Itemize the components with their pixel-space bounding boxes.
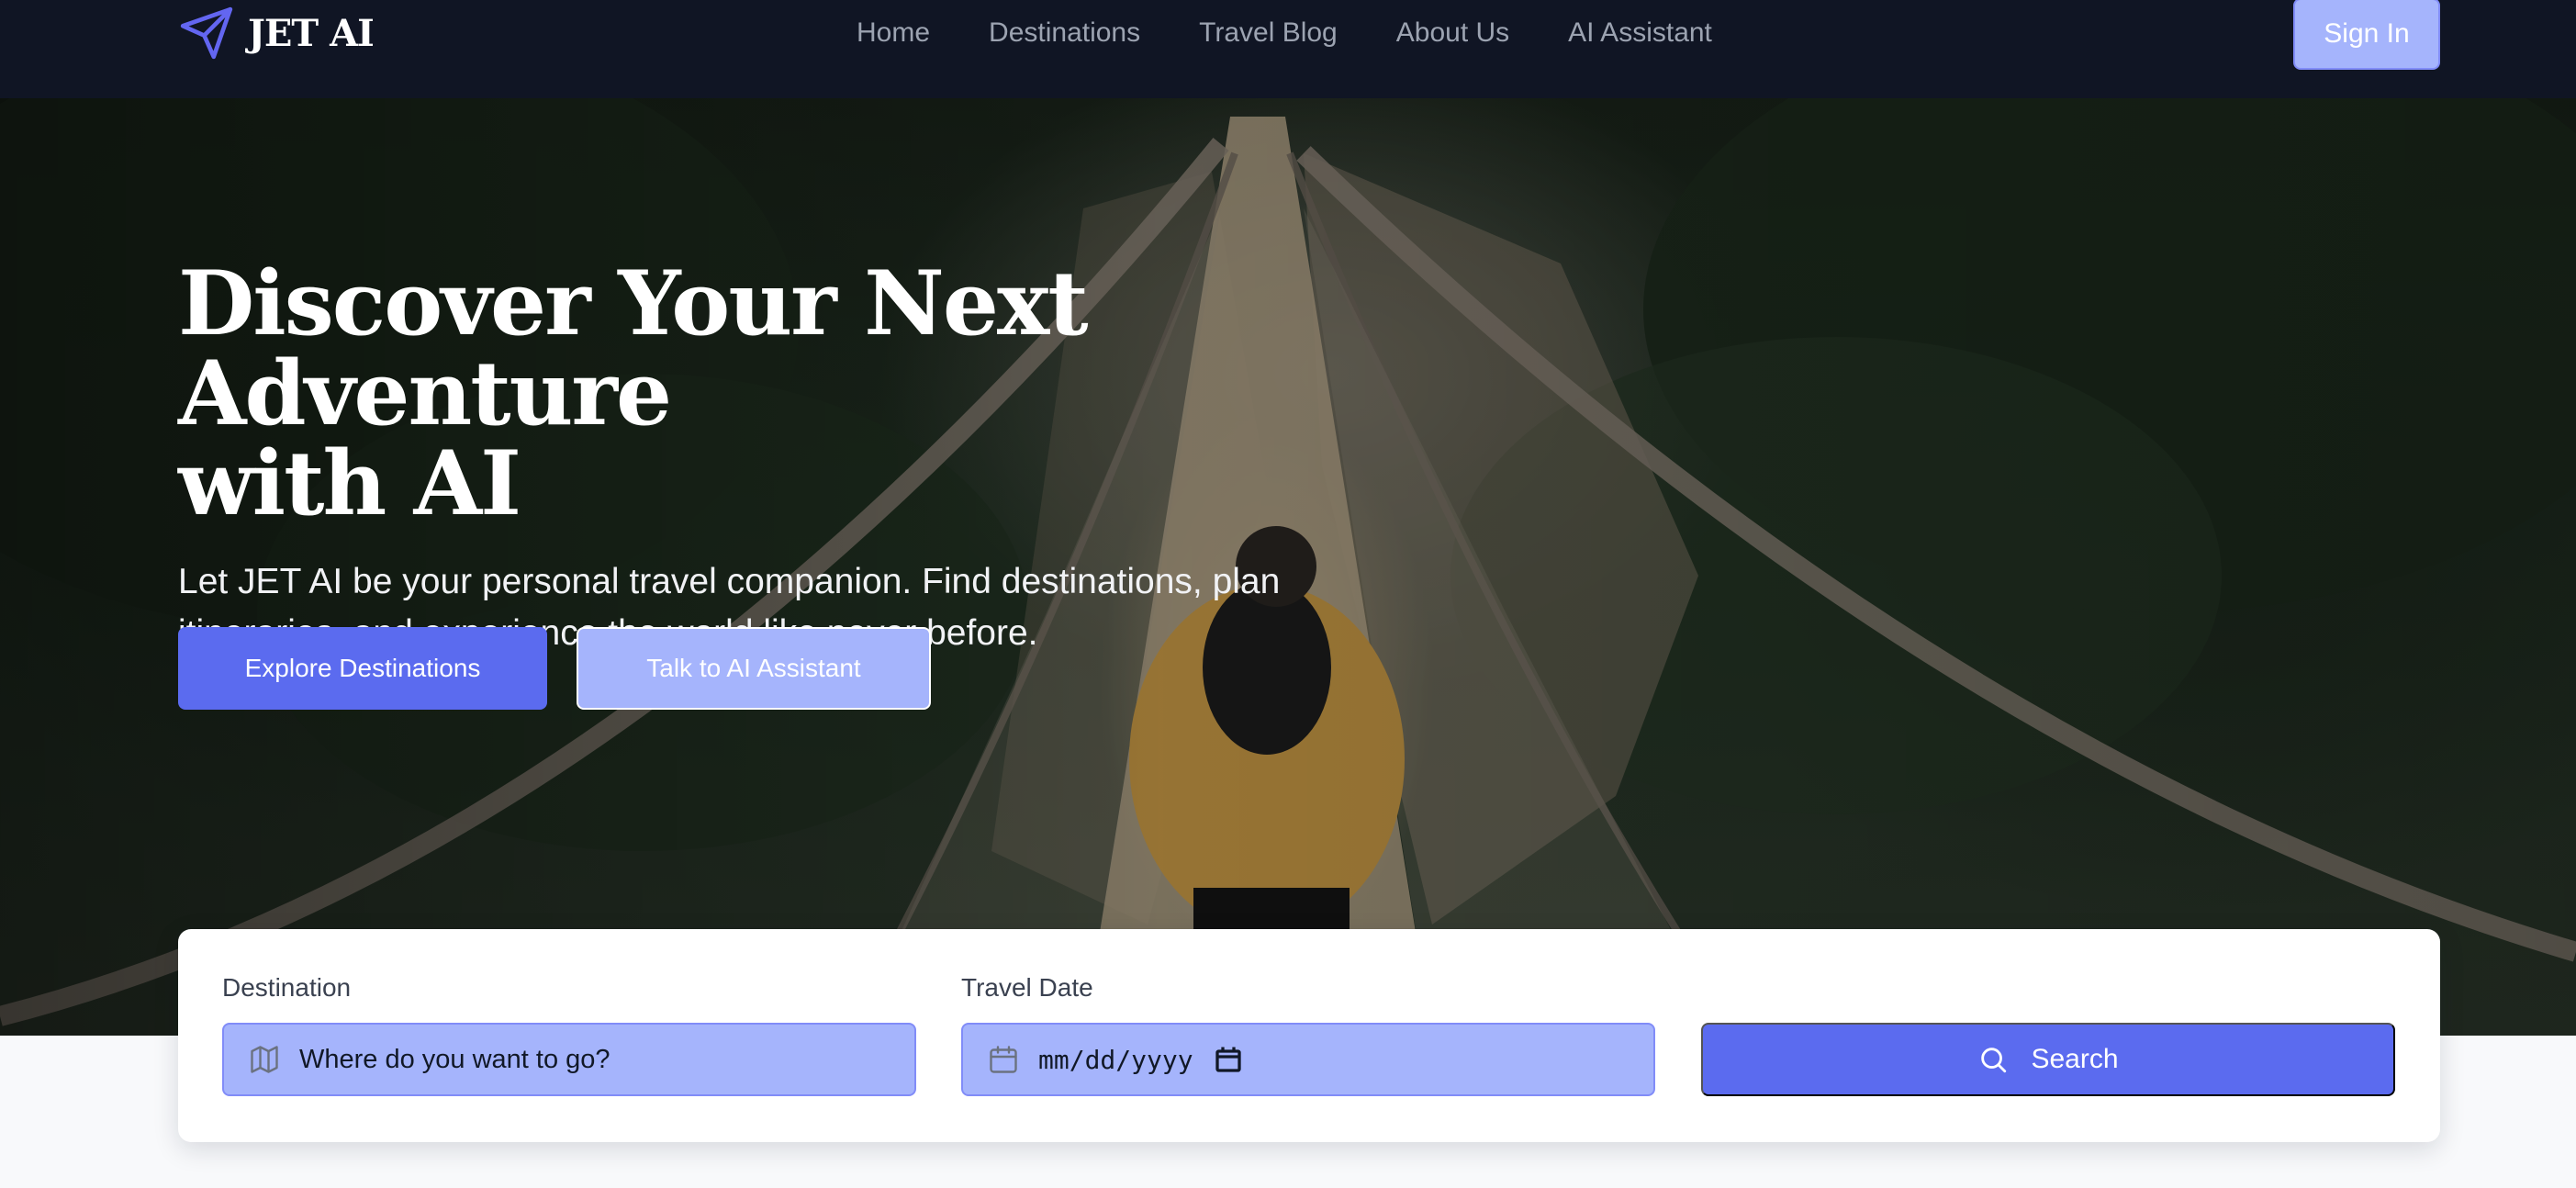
search-card: Destination Where do you want to go? Tra… [178,929,2440,1142]
travel-date-label: Travel Date [961,973,1093,1002]
destination-placeholder: Where do you want to go? [299,1044,610,1074]
hero-title-line-2: with AI [178,431,521,535]
nav-link-about-us[interactable]: About Us [1396,17,1509,49]
hero-title: Discover Your Next Adventure with AI [178,259,1463,529]
travel-date-field: Travel Date mm/dd/yyyy [961,973,1655,1096]
nav-link-destinations[interactable]: Destinations [989,17,1140,49]
hero-content: Discover Your Next Adventure with AI Let… [178,259,1463,659]
destination-label: Destination [222,973,352,1002]
nav-link-home[interactable]: Home [857,17,930,49]
map-icon [248,1043,281,1076]
navbar: JET AI Home Destinations Travel Blog Abo… [0,0,2576,98]
search-button[interactable]: Search [1701,1023,2395,1096]
hero-subtitle-line-1: Let JET AI be your personal travel compa… [178,562,1281,601]
destination-input[interactable]: Where do you want to go? [222,1023,916,1096]
talk-to-ai-assistant-button[interactable]: Talk to AI Assistant [577,627,931,710]
destination-field: Destination Where do you want to go? [222,973,916,1096]
sign-in-button[interactable]: Sign In [2293,0,2440,70]
travel-date-input[interactable]: mm/dd/yyyy [961,1023,1655,1096]
search-icon [1977,1044,2009,1075]
calendar-picker-icon[interactable] [1212,1043,1245,1076]
hero-section: Discover Your Next Adventure with AI Let… [0,98,2576,1036]
paper-plane-icon [178,5,235,62]
search-button-label: Search [2031,1044,2119,1074]
main-nav: Home Destinations Travel Blog About Us A… [857,11,1712,55]
explore-destinations-button[interactable]: Explore Destinations [178,627,547,710]
brand-logo[interactable]: JET AI [178,4,375,62]
nav-link-ai-assistant[interactable]: AI Assistant [1568,17,1712,49]
hero-title-line-1: Discover Your Next Adventure [178,252,1089,445]
brand-name: JET AI [248,11,375,55]
nav-link-travel-blog[interactable]: Travel Blog [1199,17,1338,49]
travel-date-placeholder: mm/dd/yyyy [1038,1044,1193,1075]
calendar-icon [987,1043,1020,1076]
hero-buttons: Explore Destinations Talk to AI Assistan… [178,627,931,710]
